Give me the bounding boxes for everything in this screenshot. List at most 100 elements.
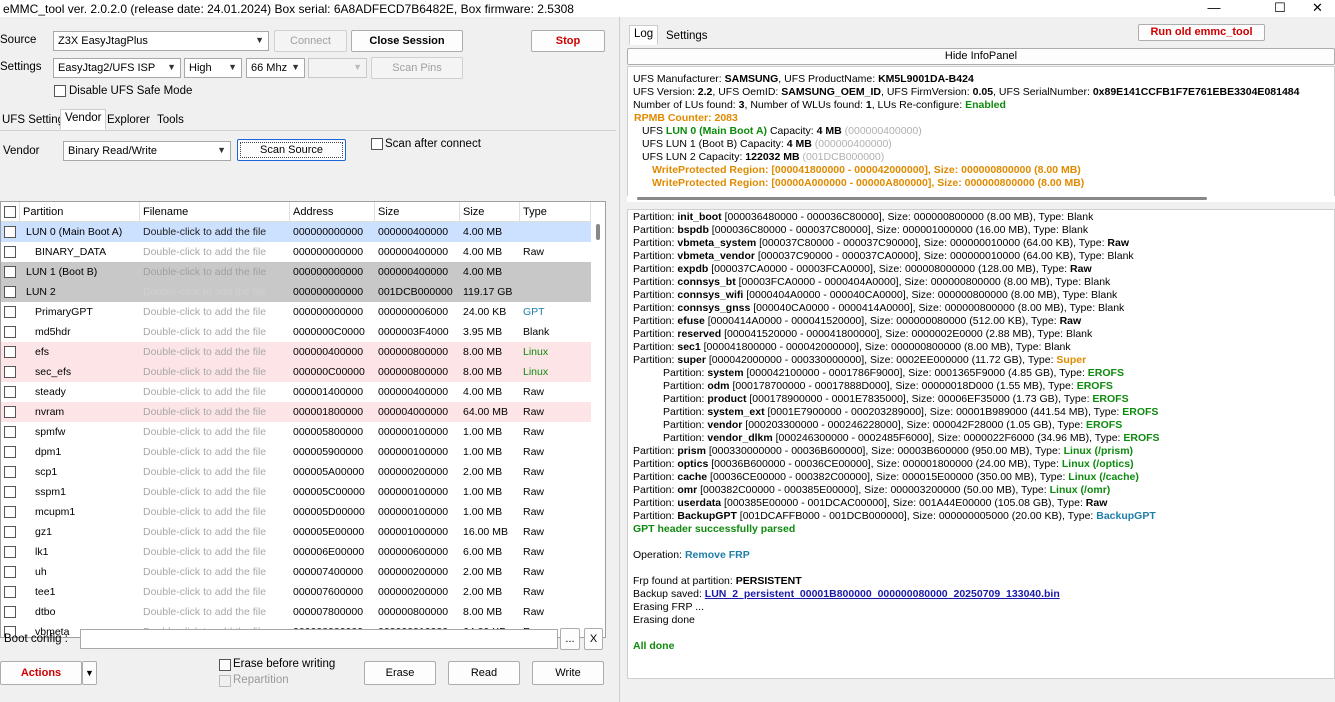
hide-infopanel-button[interactable]: Hide InfoPanel: [627, 48, 1335, 65]
column-header-filename[interactable]: Filename: [140, 202, 290, 222]
maximize-button[interactable]: ☐: [1257, 0, 1303, 17]
column-header-size[interactable]: Size: [375, 202, 460, 222]
source-select[interactable]: Z3X EasyJtagPlus ▼: [53, 31, 269, 51]
table-row[interactable]: md5hdr Double-click to add the file 000000…: [1, 322, 591, 342]
table-row[interactable]: LUN 2 Double-click to add the file 0000000…: [1, 282, 591, 302]
clear-button[interactable]: X: [584, 628, 603, 650]
table-row[interactable]: LUN 1 (Boot B) Double-click to add the fi…: [1, 262, 591, 282]
vendor-select[interactable]: Binary Read/Write ▼: [63, 141, 231, 161]
stop-button[interactable]: Stop: [531, 30, 605, 52]
table-row[interactable]: BINARY_DATA Double-click to add the file 0…: [1, 242, 591, 262]
scan-after-connect-checkbox[interactable]: [371, 138, 383, 150]
actions-button[interactable]: Actions: [0, 661, 82, 685]
tab-tools[interactable]: Tools: [152, 111, 189, 130]
table-row[interactable]: mcupm1 Double-click to add the file 000005…: [1, 502, 591, 522]
scrollbar-thumb[interactable]: [637, 197, 1207, 200]
row-checkbox[interactable]: [4, 526, 16, 538]
tab-settings[interactable]: Settings: [661, 27, 713, 46]
row-checkbox[interactable]: [4, 466, 16, 478]
row-checkbox[interactable]: [4, 486, 16, 498]
table-row[interactable]: dtbo Double-click to add the file 00000780…: [1, 602, 591, 622]
cell-file[interactable]: Double-click to add the file: [140, 602, 290, 622]
scrollbar-thumb[interactable]: [596, 224, 600, 240]
cell-file[interactable]: Double-click to add the file: [140, 502, 290, 522]
table-row[interactable]: uh Double-click to add the file 0000074000…: [1, 562, 591, 582]
write-button[interactable]: Write: [532, 661, 604, 685]
row-checkbox[interactable]: [4, 506, 16, 518]
read-button[interactable]: Read: [448, 661, 520, 685]
column-header-type[interactable]: Type: [520, 202, 591, 222]
cell-file[interactable]: Double-click to add the file: [140, 342, 290, 362]
cell-file[interactable]: Double-click to add the file: [140, 582, 290, 602]
scan-pins-button[interactable]: Scan Pins: [371, 57, 463, 79]
row-checkbox[interactable]: [4, 546, 16, 558]
table-row[interactable]: gz1 Double-click to add the file 000005E00…: [1, 522, 591, 542]
interface-select[interactable]: EasyJtag2/UFS ISP ▼: [53, 58, 181, 78]
erase-before-writing-checkbox[interactable]: [219, 659, 231, 671]
tab-vendor[interactable]: Vendor: [60, 109, 107, 130]
run-old-emmc-tool-button[interactable]: Run old emmc_tool: [1138, 24, 1265, 41]
table-row[interactable]: scp1 Double-click to add the file 000005A0…: [1, 462, 591, 482]
info-hscroll[interactable]: [627, 196, 1335, 202]
row-checkbox[interactable]: [4, 446, 16, 458]
browse-button[interactable]: ...: [560, 628, 580, 650]
cell-file[interactable]: Double-click to add the file: [140, 262, 290, 282]
table-row[interactable]: sspm1 Double-click to add the file 000005C…: [1, 482, 591, 502]
column-header-address[interactable]: Address: [290, 202, 375, 222]
cell-file[interactable]: Double-click to add the file: [140, 522, 290, 542]
row-checkbox[interactable]: [4, 266, 16, 278]
column-header-partition[interactable]: Partition: [20, 202, 140, 222]
table-row[interactable]: LUN 0 (Main Boot A) Double-click to add t…: [1, 222, 591, 242]
backup-file-link[interactable]: LUN_2_persistent_00001B800000_0000000800…: [705, 588, 1060, 600]
erase-button[interactable]: Erase: [364, 661, 436, 685]
tab-log[interactable]: Log: [629, 25, 659, 45]
cell-file[interactable]: Double-click to add the file: [140, 482, 290, 502]
cell-file[interactable]: Double-click to add the file: [140, 322, 290, 342]
table-row[interactable]: nvram Double-click to add the file 0000018…: [1, 402, 591, 422]
cell-file[interactable]: Double-click to add the file: [140, 362, 290, 382]
row-checkbox[interactable]: [4, 346, 16, 358]
connect-button[interactable]: Connect: [274, 30, 347, 52]
table-row[interactable]: sec_efs Double-click to add the file 00000…: [1, 362, 591, 382]
cell-file[interactable]: Double-click to add the file: [140, 302, 290, 322]
table-row[interactable]: steady Double-click to add the file 000001…: [1, 382, 591, 402]
row-checkbox[interactable]: [4, 566, 16, 578]
row-checkbox[interactable]: [4, 426, 16, 438]
actions-dropdown-icon[interactable]: ▼: [82, 661, 97, 685]
row-checkbox[interactable]: [4, 606, 16, 618]
cell-file[interactable]: Double-click to add the file: [140, 242, 290, 262]
row-checkbox[interactable]: [4, 246, 16, 258]
table-row[interactable]: spmfw Double-click to add the file 0000058…: [1, 422, 591, 442]
extra-select[interactable]: ▼: [308, 58, 367, 78]
row-checkbox[interactable]: [4, 406, 16, 418]
row-checkbox[interactable]: [4, 386, 16, 398]
cell-file[interactable]: Double-click to add the file: [140, 282, 290, 302]
tab-explorer[interactable]: Explorer: [102, 111, 155, 130]
cell-file[interactable]: Double-click to add the file: [140, 542, 290, 562]
row-checkbox[interactable]: [4, 366, 16, 378]
disable-safe-mode-checkbox[interactable]: [54, 85, 66, 97]
cell-file[interactable]: Double-click to add the file: [140, 402, 290, 422]
cell-file[interactable]: Double-click to add the file: [140, 562, 290, 582]
table-row[interactable]: efs Double-click to add the file 000000400…: [1, 342, 591, 362]
row-checkbox[interactable]: [4, 326, 16, 338]
table-row[interactable]: tee1 Double-click to add the file 00000760…: [1, 582, 591, 602]
column-header-size-human[interactable]: Size: [460, 202, 520, 222]
speed-select[interactable]: High ▼: [184, 58, 242, 78]
table-row[interactable]: PrimaryGPT Double-click to add the file 00…: [1, 302, 591, 322]
cell-file[interactable]: Double-click to add the file: [140, 462, 290, 482]
minimize-button[interactable]: —: [1191, 0, 1237, 17]
cell-file[interactable]: Double-click to add the file: [140, 422, 290, 442]
row-checkbox[interactable]: [4, 306, 16, 318]
repartition-checkbox[interactable]: [219, 675, 231, 687]
table-row[interactable]: lk1 Double-click to add the file 000006E00…: [1, 542, 591, 562]
row-checkbox[interactable]: [4, 586, 16, 598]
cell-file[interactable]: Double-click to add the file: [140, 442, 290, 462]
table-scrollbar[interactable]: [591, 222, 605, 637]
cell-file[interactable]: Double-click to add the file: [140, 382, 290, 402]
select-all-checkbox[interactable]: [4, 206, 16, 218]
close-session-button[interactable]: Close Session: [351, 30, 463, 52]
table-row[interactable]: dpm1 Double-click to add the file 00000590…: [1, 442, 591, 462]
close-window-button[interactable]: ✕: [1300, 0, 1335, 17]
clock-select[interactable]: 66 Mhz ▼: [246, 58, 305, 78]
